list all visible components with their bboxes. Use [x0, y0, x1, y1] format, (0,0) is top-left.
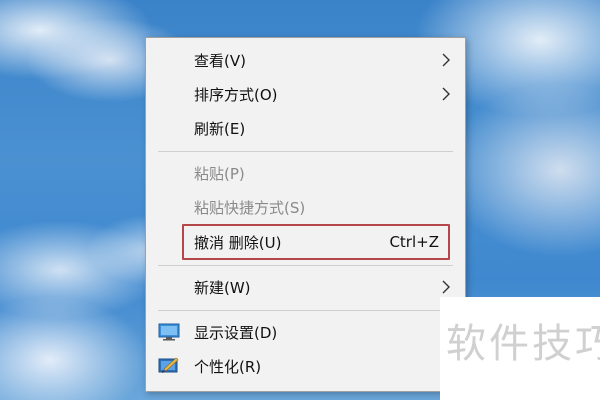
menu-item-paste-shortcut-label: 粘贴快捷方式(S)	[194, 198, 306, 217]
chevron-right-icon	[442, 87, 450, 101]
menu-item-paste[interactable]: 粘贴(P)	[146, 156, 465, 190]
menu-item-personalize-label: 个性化(R)	[194, 357, 262, 376]
menu-item-refresh[interactable]: 刷新(E)	[146, 111, 465, 145]
watermark-text: 软件技巧	[446, 321, 600, 367]
menu-item-display-settings-label: 显示设置(D)	[194, 323, 278, 342]
menu-item-display-settings[interactable]: 显示设置(D)	[146, 315, 465, 349]
menu-item-view[interactable]: 查看(V)	[146, 43, 465, 77]
chevron-right-icon	[442, 280, 450, 294]
menu-item-sort-by-label: 排序方式(O)	[194, 85, 278, 104]
menu-item-new-label: 新建(W)	[194, 278, 251, 297]
menu-separator	[158, 151, 453, 152]
menu-item-refresh-label: 刷新(E)	[194, 119, 246, 138]
menu-item-personalize[interactable]: 个性化(R)	[146, 349, 465, 383]
menu-item-paste-shortcut[interactable]: 粘贴快捷方式(S)	[146, 190, 465, 224]
menu-item-new[interactable]: 新建(W)	[146, 270, 465, 304]
chevron-right-icon	[442, 53, 450, 67]
menu-item-view-label: 查看(V)	[194, 51, 246, 70]
desktop-context-menu: 查看(V) 排序方式(O) 刷新(E) 粘贴(P) 粘贴快捷方式(S) 撤消 删…	[145, 37, 466, 392]
menu-separator	[158, 310, 453, 311]
highlight-annotation-box	[182, 224, 450, 260]
display-settings-icon	[158, 323, 180, 341]
menu-item-paste-label: 粘贴(P)	[194, 164, 245, 183]
menu-item-sort-by[interactable]: 排序方式(O)	[146, 77, 465, 111]
personalize-icon	[158, 357, 179, 373]
menu-separator	[158, 265, 453, 266]
watermark-panel: 软件技巧	[440, 297, 600, 400]
